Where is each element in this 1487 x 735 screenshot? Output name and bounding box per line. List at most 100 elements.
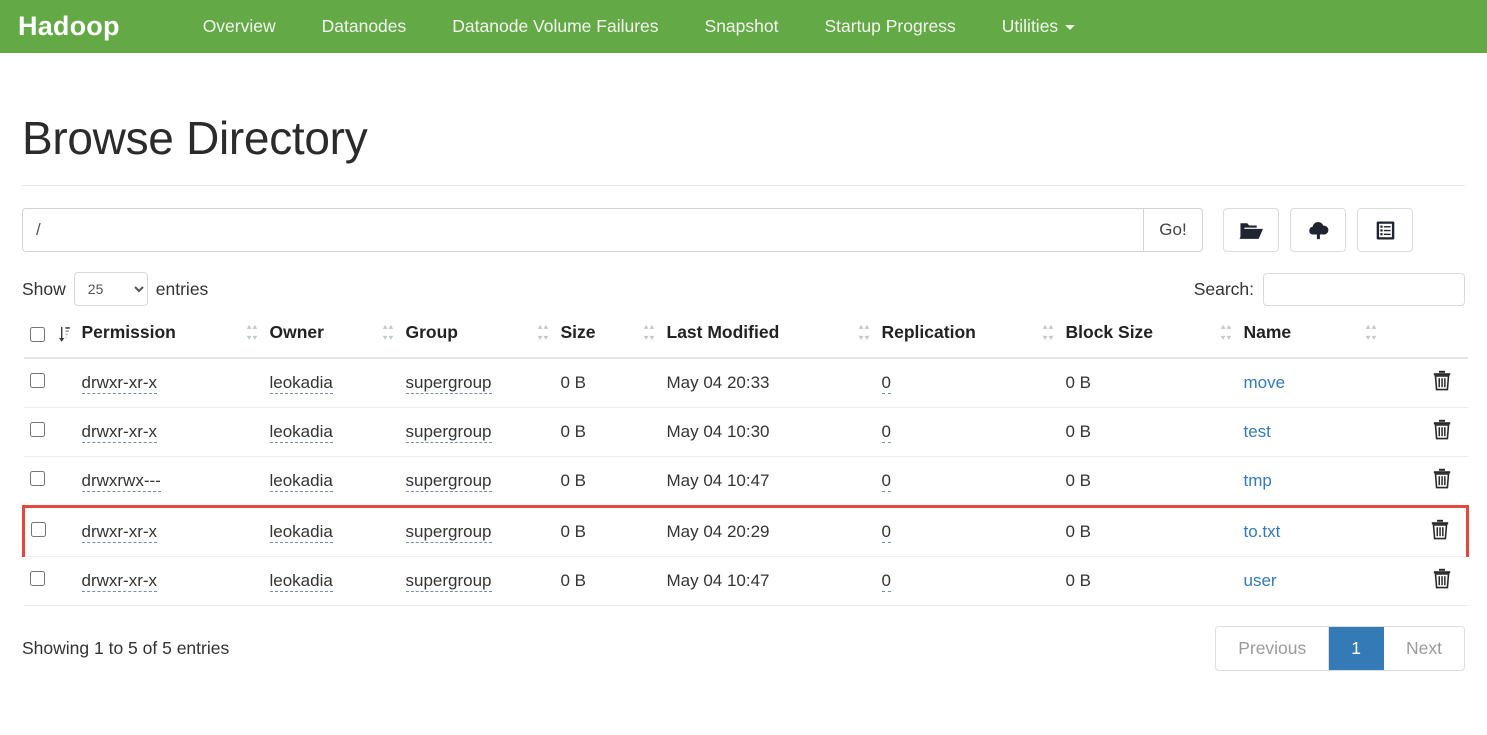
group-value[interactable]: supergroup [405,522,492,543]
page-title: Browse Directory [22,112,368,164]
group-value-cell: supergroup [399,407,555,457]
permission-value-cell: drwxr-xr-x [75,505,264,557]
column-header-block_size[interactable]: Block Size [1059,318,1238,359]
nav-overview[interactable]: Overview [180,15,299,36]
owner-value[interactable]: leokadia [269,373,333,394]
delete-cell [1382,407,1468,457]
replication-value[interactable]: 0 [881,373,891,394]
file-name-link[interactable]: test [1244,422,1271,441]
sort-icon[interactable] [1365,324,1377,341]
nav-snapshot[interactable]: Snapshot [682,17,802,36]
group-value[interactable]: supergroup [405,422,492,443]
replication-value[interactable]: 0 [881,471,891,492]
block-size-value: 0 B [1059,456,1238,507]
owner-value[interactable]: leokadia [269,522,333,543]
sort-amount-desc-icon[interactable] [58,326,70,343]
table-controls: Show 102550100 entries Search: [22,272,1465,306]
top-navbar: Hadoop Overview Datanodes Datanode Volume … [0,0,1487,53]
entries-per-page-select[interactable]: 102550100 [73,272,148,306]
nav-item-label: Overview [202,15,276,36]
column-header-checkbox[interactable] [23,318,76,359]
nav-datanodes[interactable]: Datanodes [299,17,430,36]
replication-cell: 0 [875,407,1060,457]
column-header-name[interactable]: Name [1237,318,1383,359]
replication-cell: 0 [875,505,1060,557]
delete-row-button[interactable] [1432,568,1452,589]
pagination-page-button[interactable]: 1 [1329,627,1385,670]
pagination-next-button[interactable]: Next [1384,627,1464,670]
column-header-replication[interactable]: Replication [875,318,1060,359]
column-header-last_modified[interactable]: Last Modified [660,318,876,359]
path-action-buttons [1223,208,1413,252]
entries-label: entries [155,278,209,299]
column-header-permission[interactable]: Permission [75,318,264,359]
replication-value[interactable]: 0 [881,522,891,543]
file-name-link[interactable]: user [1244,571,1277,590]
owner-value[interactable]: leokadia [269,571,333,592]
group-value[interactable]: supergroup [405,373,492,394]
last-modified-value: May 04 20:29 [660,505,876,557]
create-directory-button[interactable] [1223,208,1279,252]
replication-value[interactable]: 0 [881,571,891,592]
group-value[interactable]: supergroup [405,471,492,492]
sort-icon[interactable] [643,324,655,341]
replication-cell: 0 [875,456,1060,507]
delete-row-button[interactable] [1430,519,1450,540]
files-table-body: drwxr-xr-x leokadia supergroup 0 B May 04 20… [22,358,1469,606]
select-all-checkbox[interactable] [29,327,45,342]
sort-icon[interactable] [382,324,394,341]
column-header-delete [1382,318,1468,359]
cut-paste-button[interactable] [1357,208,1413,252]
row-select-checkbox[interactable] [29,422,45,437]
group-value[interactable]: supergroup [405,571,492,592]
title-divider [22,185,1465,186]
replication-value[interactable]: 0 [881,422,891,443]
row-select-checkbox[interactable] [29,373,45,388]
go-button[interactable]: Go! [1143,208,1203,252]
delete-row-button[interactable] [1432,370,1452,391]
column-header-size[interactable]: Size [554,318,661,359]
table-row[interactable]: drwxr-xr-x leokadia supergroup 0 B May 04 10… [23,407,1468,457]
row-select-checkbox[interactable] [29,571,45,586]
sort-icon[interactable] [537,324,549,341]
directory-path-input[interactable] [22,208,1143,252]
upload-files-button[interactable] [1290,208,1346,252]
row-select-checkbox[interactable] [29,471,45,486]
delete-row-button[interactable] [1432,468,1452,489]
permission-value[interactable]: drwxr-xr-x [81,522,158,543]
pagination-previous-button[interactable]: Previous [1216,627,1330,670]
nav-utilities[interactable]: Utilities [979,17,1098,36]
owner-value[interactable]: leokadia [269,471,333,492]
nav-datanode-volume-failures[interactable]: Datanode Volume Failures [429,17,681,36]
owner-value[interactable]: leokadia [269,422,333,443]
permission-value[interactable]: drwxrwx--- [81,471,161,492]
delete-row-button[interactable] [1432,419,1452,440]
permission-value[interactable]: drwxr-xr-x [81,422,158,443]
search-control: Search: [1194,272,1465,306]
table-row-highlighted[interactable]: drwxr-xr-x leokadia supergroup 0 B May 04 20… [22,505,1469,557]
table-footer: Showing 1 to 5 of 5 entries Previous 1 Nex… [22,626,1465,671]
replication-cell: 0 [875,358,1060,408]
sort-icon[interactable] [858,324,870,341]
permission-value-cell: drwxr-xr-x [75,407,264,457]
files-table-header-row: Permission Owner Group Size Last Modified Rep… [23,318,1468,359]
sort-icon[interactable] [246,324,258,341]
column-header-owner[interactable]: Owner [263,318,400,359]
column-header-group[interactable]: Group [399,318,555,359]
sort-icon[interactable] [1042,324,1054,341]
sort-icon[interactable] [1220,324,1232,341]
table-row[interactable]: drwxrwx--- leokadia supergroup 0 B May 04 10… [23,456,1468,507]
table-row[interactable]: drwxr-xr-x leokadia supergroup 0 B May 04 20… [23,358,1468,408]
permission-value[interactable]: drwxr-xr-x [81,373,158,394]
nav-startup-progress[interactable]: Startup Progress [801,17,978,36]
permission-value[interactable]: drwxr-xr-x [81,571,158,592]
hadoop-brand-logo[interactable]: Hadoop [18,13,120,40]
row-select-cell [23,358,76,408]
file-name-link[interactable]: to.txt [1244,522,1281,541]
file-name-link[interactable]: tmp [1244,471,1272,490]
last-modified-value: May 04 20:33 [660,358,876,408]
table-row[interactable]: drwxr-xr-x leokadia supergroup 0 B May 04 10… [23,556,1468,606]
file-name-link[interactable]: move [1244,373,1286,392]
row-select-checkbox[interactable] [31,522,46,537]
search-input[interactable] [1263,272,1465,306]
